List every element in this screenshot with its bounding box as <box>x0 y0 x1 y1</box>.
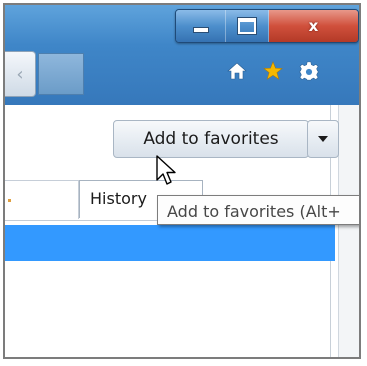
tooltip: Add to favorites (Alt+ <box>157 195 359 225</box>
tab-marker <box>8 199 11 202</box>
close-icon: x <box>308 17 319 35</box>
favorites-dropdown-button[interactable] <box>307 120 339 158</box>
address-bar-edge[interactable] <box>38 53 84 95</box>
close-button[interactable]: x <box>268 10 358 42</box>
maximize-icon <box>238 18 257 34</box>
maximize-button[interactable] <box>226 10 269 42</box>
gear-icon[interactable] <box>299 61 319 81</box>
tab-history-label: History <box>90 189 147 208</box>
title-bar: x ‹ <box>5 5 359 105</box>
add-to-favorites-button[interactable]: Add to favorites <box>113 120 309 158</box>
back-button[interactable]: ‹ <box>5 51 36 97</box>
caption-buttons: x <box>175 9 359 43</box>
selected-list-item[interactable] <box>5 225 335 261</box>
chevron-down-icon <box>318 136 328 142</box>
toolbar-icons <box>227 61 319 81</box>
favorites-pane: Add to favorites History Add to favorite… <box>5 105 359 357</box>
minimize-icon <box>192 27 209 33</box>
scrollbar[interactable] <box>338 105 359 357</box>
add-to-favorites-label: Add to favorites <box>143 129 279 149</box>
tab-feeds[interactable] <box>5 180 79 219</box>
mouse-cursor-icon <box>156 155 176 185</box>
back-arrow-icon: ‹ <box>16 63 24 85</box>
home-icon[interactable] <box>227 61 247 81</box>
star-icon[interactable] <box>263 61 283 81</box>
browser-window: x ‹ Add to favorites History Add to favo… <box>3 3 361 359</box>
minimize-button[interactable] <box>176 10 227 42</box>
tooltip-text: Add to favorites (Alt+ <box>167 202 341 221</box>
